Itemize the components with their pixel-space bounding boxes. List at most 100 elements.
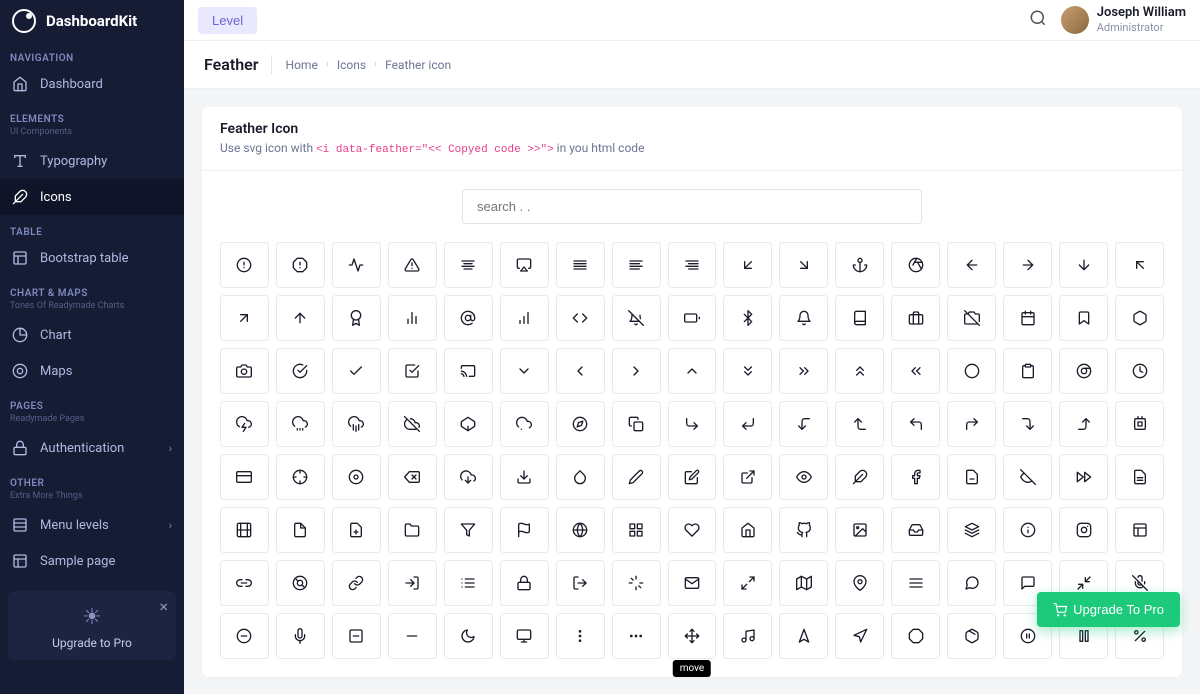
activity-icon[interactable] xyxy=(332,242,381,288)
sidebar-item-dashboard[interactable]: Dashboard xyxy=(0,66,184,102)
briefcase-icon[interactable] xyxy=(891,295,940,341)
minus-icon[interactable] xyxy=(388,613,437,659)
navigation-icon[interactable] xyxy=(835,613,884,659)
aperture-icon[interactable] xyxy=(891,242,940,288)
compass-icon[interactable] xyxy=(556,401,605,447)
copy-icon[interactable] xyxy=(612,401,661,447)
monitor-icon[interactable] xyxy=(500,613,549,659)
chevron-down-icon[interactable] xyxy=(500,348,549,394)
brand[interactable]: DashboardKit xyxy=(0,0,184,41)
filter-icon[interactable] xyxy=(444,507,493,553)
code-snippet-icon[interactable] xyxy=(556,295,605,341)
heart-icon[interactable] xyxy=(668,507,717,553)
folder-icon[interactable] xyxy=(388,507,437,553)
octagon-icon[interactable] xyxy=(891,613,940,659)
at-sign-icon[interactable] xyxy=(444,295,493,341)
file-minus-icon[interactable] xyxy=(947,454,996,500)
eye-icon[interactable] xyxy=(779,454,828,500)
arrow-up-left-icon[interactable] xyxy=(1115,242,1164,288)
cast-icon[interactable] xyxy=(444,348,493,394)
align-left-icon[interactable] xyxy=(612,242,661,288)
breadcrumb-item[interactable]: Home xyxy=(286,58,318,72)
book-icon[interactable] xyxy=(835,295,884,341)
battery-icon[interactable] xyxy=(668,295,717,341)
arrow-up-icon[interactable] xyxy=(276,295,325,341)
sidebar-item-menu-levels[interactable]: Menu levels› xyxy=(0,507,184,543)
credit-card-icon[interactable] xyxy=(220,454,269,500)
close-icon[interactable]: × xyxy=(159,597,168,616)
maximize-2-icon[interactable] xyxy=(723,560,772,606)
minus-circle-icon[interactable] xyxy=(220,613,269,659)
award-icon[interactable] xyxy=(332,295,381,341)
flag-icon[interactable] xyxy=(500,507,549,553)
file-icon[interactable] xyxy=(276,507,325,553)
cloud-snow-icon[interactable] xyxy=(500,401,549,447)
chrome-icon[interactable] xyxy=(1059,348,1108,394)
clock-icon[interactable] xyxy=(1115,348,1164,394)
log-out-icon[interactable] xyxy=(556,560,605,606)
alert-octagon-icon[interactable] xyxy=(276,242,325,288)
level-button[interactable]: Level xyxy=(198,7,257,34)
download-icon[interactable] xyxy=(500,454,549,500)
move-icon[interactable]: move xyxy=(668,613,717,659)
cpu-icon[interactable] xyxy=(1115,401,1164,447)
cloud-lightning-icon[interactable] xyxy=(220,401,269,447)
arrow-up-right-icon[interactable] xyxy=(220,295,269,341)
map-icon[interactable] xyxy=(779,560,828,606)
corner-left-up-icon[interactable] xyxy=(835,401,884,447)
more-vertical-icon[interactable] xyxy=(556,613,605,659)
edit-icon[interactable] xyxy=(668,454,717,500)
droplet-icon[interactable] xyxy=(556,454,605,500)
grid-icon[interactable] xyxy=(612,507,661,553)
arrow-down-icon[interactable] xyxy=(1059,242,1108,288)
bar-chart-2-icon[interactable] xyxy=(388,295,437,341)
github-icon[interactable] xyxy=(779,507,828,553)
corner-up-left-icon[interactable] xyxy=(891,401,940,447)
inbox-icon[interactable] xyxy=(891,507,940,553)
map-pin-icon[interactable] xyxy=(835,560,884,606)
align-center-icon[interactable] xyxy=(444,242,493,288)
chevrons-up-icon[interactable] xyxy=(835,348,884,394)
edit-2-icon[interactable] xyxy=(612,454,661,500)
chevrons-right-icon[interactable] xyxy=(779,348,828,394)
info-icon[interactable] xyxy=(1003,507,1052,553)
search-input[interactable] xyxy=(462,189,922,224)
layout-icon[interactable] xyxy=(1115,507,1164,553)
sidebar-item-chart[interactable]: Chart xyxy=(0,317,184,353)
mail-icon[interactable] xyxy=(668,560,717,606)
bookmark-icon[interactable] xyxy=(1059,295,1108,341)
cloud-rain-icon[interactable] xyxy=(332,401,381,447)
corner-left-down-icon[interactable] xyxy=(779,401,828,447)
log-in-icon[interactable] xyxy=(388,560,437,606)
check-icon[interactable] xyxy=(332,348,381,394)
upgrade-fab[interactable]: Upgrade To Pro xyxy=(1037,592,1180,627)
arrow-left-icon[interactable] xyxy=(947,242,996,288)
align-justify-icon[interactable] xyxy=(556,242,605,288)
cloud-off-icon[interactable] xyxy=(388,401,437,447)
bell-off-icon[interactable] xyxy=(612,295,661,341)
music-icon[interactable] xyxy=(723,613,772,659)
external-link-icon[interactable] xyxy=(723,454,772,500)
globe-icon[interactable] xyxy=(556,507,605,553)
corner-down-right-icon[interactable] xyxy=(668,401,717,447)
loader-icon[interactable] xyxy=(612,560,661,606)
box-icon[interactable] xyxy=(1115,295,1164,341)
sidebar-item-bootstrap-table[interactable]: Bootstrap table xyxy=(0,240,184,276)
layers-icon[interactable] xyxy=(947,507,996,553)
download-cloud-icon[interactable] xyxy=(444,454,493,500)
arrow-right-icon[interactable] xyxy=(1003,242,1052,288)
bluetooth-icon[interactable] xyxy=(723,295,772,341)
camera-off-icon[interactable] xyxy=(947,295,996,341)
corner-right-down-icon[interactable] xyxy=(1003,401,1052,447)
disc-icon[interactable] xyxy=(332,454,381,500)
user-menu[interactable]: Joseph William Administrator xyxy=(1061,6,1186,34)
sidebar-item-maps[interactable]: Maps xyxy=(0,353,184,389)
link-2-icon[interactable] xyxy=(220,560,269,606)
check-circle-icon[interactable] xyxy=(276,348,325,394)
facebook-icon[interactable] xyxy=(891,454,940,500)
chevron-left-icon[interactable] xyxy=(556,348,605,394)
bell-icon[interactable] xyxy=(779,295,828,341)
anchor-icon[interactable] xyxy=(835,242,884,288)
film-icon[interactable] xyxy=(220,507,269,553)
cloud-drizzle-icon[interactable] xyxy=(276,401,325,447)
